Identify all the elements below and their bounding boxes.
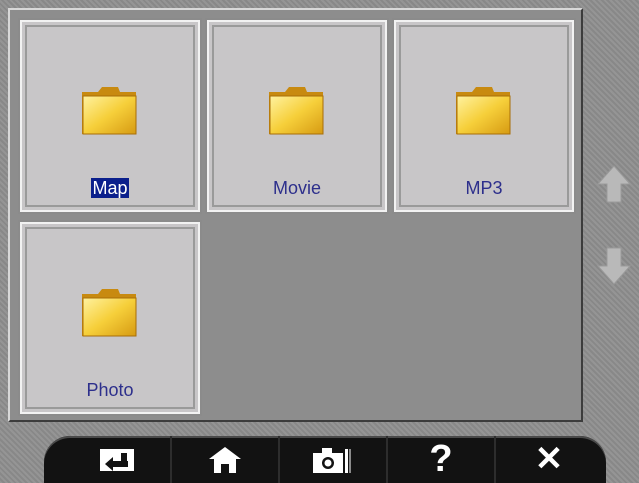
back-arrow-icon	[100, 448, 134, 471]
home-button[interactable]	[172, 436, 278, 483]
camera-icon	[313, 447, 351, 473]
folder-tile-map[interactable]: Map	[18, 18, 202, 214]
folder-browser: Map Movie MP3 Photo	[8, 8, 583, 422]
folder-label: Photo	[86, 380, 134, 400]
close-button[interactable]: ✕	[496, 436, 602, 483]
camera-button[interactable]	[280, 436, 386, 483]
back-button[interactable]	[64, 436, 170, 483]
help-icon: ?	[429, 438, 453, 480]
folder-icon	[269, 87, 324, 135]
folder-tile-movie[interactable]: Movie	[205, 18, 389, 214]
help-button[interactable]: ?	[388, 436, 494, 483]
arrow-up-icon[interactable]	[594, 164, 634, 204]
folder-label: Map	[91, 178, 129, 198]
folder-icon	[82, 289, 137, 337]
folder-tile-photo[interactable]: Photo	[18, 220, 202, 416]
folder-tile-mp3[interactable]: MP3	[392, 18, 576, 214]
arrow-down-icon[interactable]	[594, 246, 634, 286]
home-icon	[209, 446, 241, 473]
app-frame: Map Movie MP3 Photo ? ✕	[0, 0, 639, 483]
folder-label: MP3	[465, 178, 503, 198]
close-icon: ✕	[534, 440, 564, 478]
folder-label: Movie	[272, 178, 321, 198]
bottom-toolbar: ? ✕	[44, 436, 606, 483]
folder-icon	[456, 87, 511, 135]
folder-icon	[82, 87, 137, 135]
